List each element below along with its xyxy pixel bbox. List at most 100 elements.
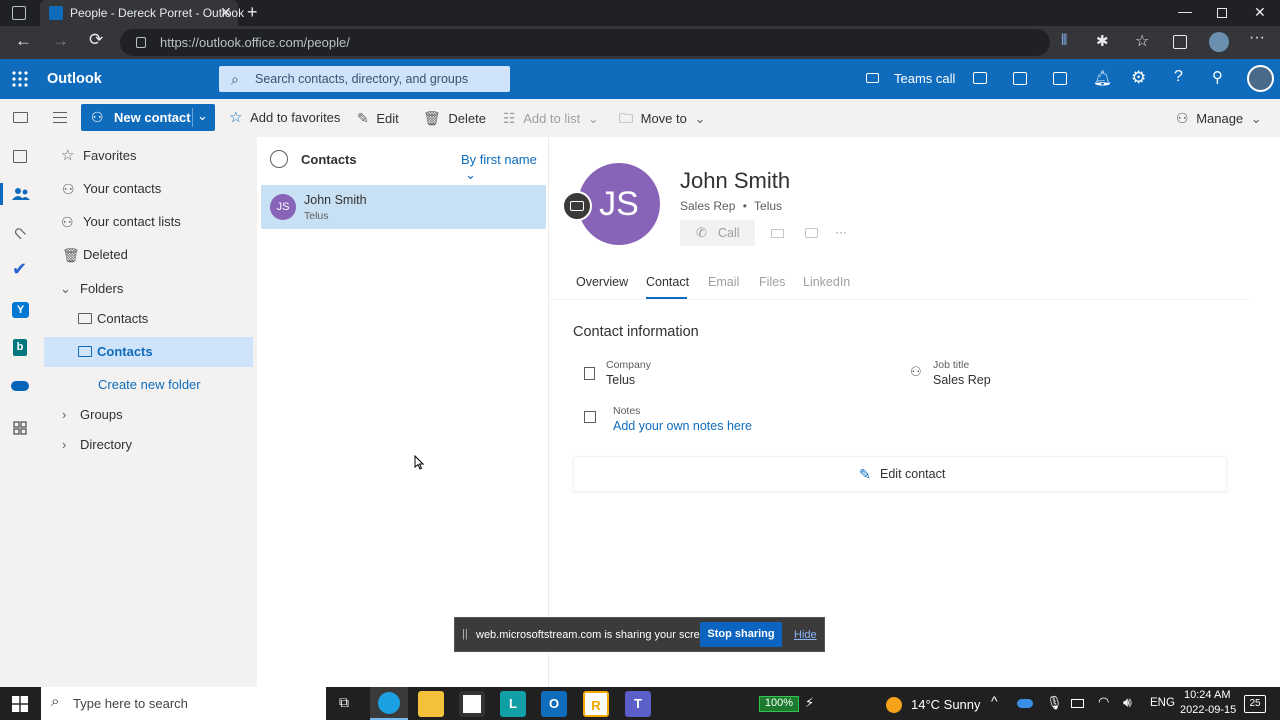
hamburger-icon[interactable] — [53, 112, 67, 123]
more-apps-icon[interactable] — [13, 421, 27, 435]
battery-tray-icon[interactable] — [1071, 699, 1084, 708]
edge-taskbar-button[interactable] — [370, 687, 408, 720]
change-photo-button[interactable] — [562, 191, 592, 221]
browser-menu-icon[interactable]: ··· — [1249, 29, 1265, 47]
onedrive-tray-icon[interactable] — [1017, 699, 1033, 708]
puzzle-icon[interactable]: ✱ — [1096, 32, 1109, 50]
lightbulb-icon[interactable]: ⚲ — [1212, 68, 1223, 86]
wifi-icon[interactable]: ◠ — [1098, 694, 1109, 710]
office-icon[interactable] — [1013, 72, 1027, 85]
people-icon[interactable] — [12, 187, 30, 201]
tab-overview[interactable]: Overview — [576, 275, 628, 289]
task-view-icon[interactable]: ⧉ — [339, 694, 349, 711]
back-icon[interactable]: ← — [15, 31, 32, 51]
teams-call-button[interactable]: Teams call — [894, 71, 955, 86]
whats-new-icon[interactable] — [1053, 72, 1067, 85]
nav-your-contacts[interactable]: ⚇ Your contacts — [41, 174, 253, 204]
nav-folders[interactable]: ⌄ Folders — [41, 274, 253, 304]
app-r-icon[interactable]: R — [583, 691, 609, 717]
yammer-icon[interactable]: Y — [12, 302, 29, 318]
todo-icon[interactable]: ✔ — [12, 259, 27, 280]
calendar-icon[interactable] — [13, 150, 27, 163]
minimize-icon[interactable]: — — [1178, 3, 1192, 19]
maximize-icon[interactable] — [1217, 8, 1227, 18]
outlook-taskbar-icon[interactable]: O — [541, 691, 567, 717]
file-explorer-icon[interactable] — [418, 691, 444, 717]
nav-folder-contacts-1[interactable]: Contacts — [41, 304, 253, 334]
call-button[interactable]: ✆ Call — [680, 220, 755, 246]
nav-folder-contacts-2-selected[interactable]: Contacts — [44, 337, 253, 367]
chat-icon[interactable] — [973, 72, 987, 84]
lync-icon[interactable]: L — [500, 691, 526, 717]
tab-actions-icon[interactable] — [12, 6, 26, 20]
refresh-icon[interactable]: ⟳ — [89, 30, 103, 50]
contact-subtitle: Sales Rep • Telus — [680, 199, 783, 213]
delete-button[interactable]: 🗑︎ Delete — [423, 99, 486, 137]
battery-indicator[interactable]: 100% — [759, 696, 799, 712]
attachment-icon[interactable]: ⊂ — [8, 221, 32, 245]
forward-icon[interactable]: → — [52, 31, 69, 51]
store-icon[interactable] — [459, 691, 485, 717]
mail-icon[interactable] — [13, 112, 28, 123]
nav-your-contact-lists[interactable]: ⚇ Your contact lists — [41, 207, 253, 237]
chat-icon[interactable] — [805, 228, 818, 238]
nav-groups[interactable]: › Groups — [41, 400, 253, 430]
nav-favorites[interactable]: ☆ Favorites — [41, 141, 253, 171]
clock-time[interactable]: 10:24 AM — [1184, 689, 1230, 701]
language-indicator[interactable]: ENG — [1150, 697, 1175, 709]
clock-date[interactable]: 2022-09-15 — [1180, 704, 1236, 716]
add-to-favorites-label: Add to favorites — [250, 110, 341, 125]
add-to-list-button[interactable]: ☷ Add to list ⌄ — [503, 99, 599, 137]
tab-email[interactable]: Email — [708, 275, 739, 289]
manage-button[interactable]: ⚇ Manage ⌄ — [1176, 99, 1262, 137]
edit-button[interactable]: ✎ Edit — [357, 99, 399, 137]
windows-start-icon[interactable] — [12, 696, 28, 712]
move-to-button[interactable]: 🗀︎ Move to ⌄ — [619, 99, 705, 137]
tab-files[interactable]: Files — [759, 275, 785, 289]
taskbar-search[interactable]: ⌕ Type here to search — [41, 687, 326, 720]
app-name[interactable]: Outlook — [47, 71, 102, 87]
onedrive-icon[interactable] — [11, 381, 29, 391]
add-notes-link[interactable]: Add your own notes here — [613, 419, 752, 433]
hide-button[interactable]: Hide — [794, 629, 817, 641]
edit-contact-button[interactable]: ✎ Edit contact — [573, 456, 1227, 492]
chevron-up-icon[interactable]: ^ — [991, 693, 998, 709]
favorites-star-icon[interactable]: ☆ — [1135, 31, 1149, 51]
bookings-icon[interactable]: b — [13, 339, 27, 356]
help-icon[interactable]: ? — [1174, 68, 1183, 86]
app-launcher-icon[interactable] — [12, 71, 28, 87]
search-input[interactable]: ⌕ Search contacts, directory, and groups — [219, 66, 510, 92]
camera-icon — [570, 201, 584, 211]
nav-directory[interactable]: › Directory — [41, 430, 253, 460]
gear-icon[interactable]: ⚙ — [1131, 68, 1146, 88]
new-tab-icon[interactable]: + — [247, 2, 258, 23]
nav-deleted[interactable]: 🗑︎ Deleted — [41, 240, 253, 270]
account-avatar[interactable] — [1247, 65, 1274, 92]
tab-contact[interactable]: Contact — [646, 275, 689, 289]
create-new-folder-link[interactable]: Create new folder — [41, 370, 253, 400]
close-tab-icon[interactable]: ✕ — [220, 4, 232, 21]
microphone-icon[interactable]: 🎙︎ — [1046, 695, 1063, 711]
tab-linkedin[interactable]: LinkedIn — [803, 275, 850, 289]
new-contact-button[interactable]: ⚇ New contact ⌄ — [81, 104, 215, 131]
email-icon[interactable] — [771, 229, 784, 238]
teams-icon[interactable]: T — [625, 691, 651, 717]
new-contact-dropdown-icon[interactable]: ⌄ — [197, 108, 208, 124]
bell-icon[interactable]: 🔔︎ — [1093, 69, 1112, 87]
more-actions-icon[interactable]: ··· — [835, 225, 847, 239]
browser-tab[interactable]: People - Dereck Porret - Outlook ✕ — [40, 0, 244, 26]
select-all-checkbox[interactable] — [270, 150, 288, 168]
address-bar[interactable]: https://outlook.office.com/people/ — [120, 29, 1050, 56]
weather-text[interactable]: 14°C Sunny — [911, 697, 981, 712]
collections-icon[interactable] — [1173, 35, 1187, 49]
sort-dropdown[interactable]: By first name ⌄ — [461, 152, 548, 183]
add-to-favorites-button[interactable]: ☆ Add to favorites — [229, 99, 340, 137]
extension-icon[interactable]: ⫴ — [1061, 32, 1067, 49]
profile-avatar[interactable] — [1209, 32, 1229, 52]
close-window-icon[interactable]: ✕ — [1254, 4, 1266, 21]
list-item[interactable]: JS John Smith Telus — [261, 185, 546, 229]
notification-center[interactable]: 25 — [1244, 695, 1266, 713]
speaker-icon[interactable]: 🔊︎ — [1123, 694, 1132, 711]
stop-sharing-button[interactable]: Stop sharing — [700, 622, 782, 647]
drag-handle-icon[interactable]: || — [462, 628, 468, 640]
